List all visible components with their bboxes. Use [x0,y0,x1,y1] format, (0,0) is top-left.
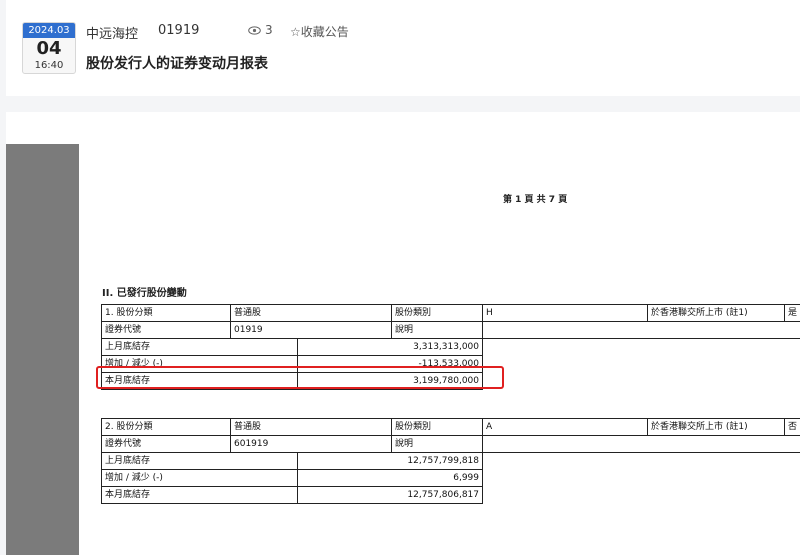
announcement-header: 2024.03 04 16:40 中远海控 01919 3 ☆收藏公告 股份发行… [6,0,800,96]
stock-code[interactable]: 01919 [158,23,199,38]
listed-label: 於香港聯交所上市 (註1) [647,418,785,436]
type-label: 股份類別 [391,418,483,436]
pdf-page-2: II. 已發行股份變動 1. 股份分類 普通股 股份類別 H 於香港聯交所上市 … [79,232,800,555]
listed-value: 是 [784,304,800,322]
class-label: 1. 股份分類 [101,304,231,322]
date-month: 2024.03 [23,23,75,38]
type-label: 股份類別 [391,304,483,322]
favorite-button[interactable]: ☆收藏公告 [290,23,349,40]
code-label: 證券代號 [101,321,231,339]
desc-value [482,435,800,453]
section-title: II. 已發行股份變動 [102,288,187,299]
watermark: 雪球：幸运Huang [557,513,778,545]
row-value: 12,757,806,817 [297,486,483,504]
company-name[interactable]: 中远海控 [86,23,138,42]
code-value: 601919 [230,435,392,453]
desc-label: 說明 [391,435,483,453]
type-value: A [482,418,648,436]
page-number: 第 1 頁 共 7 頁 [503,195,568,205]
class-label: 2. 股份分類 [101,418,231,436]
date-day: 04 [36,38,62,59]
listed-label: 於香港聯交所上市 (註1) [647,304,785,322]
desc-value [482,321,800,339]
row-label: 本月底結存 [101,486,298,504]
row-label: 增加 / 減少 (-) [101,469,298,487]
highlight-box [96,366,504,389]
code-value: 01919 [230,321,392,339]
row-label: 上月底結存 [101,452,298,470]
pdf-viewer[interactable]: 第 1 頁 共 7 頁 II. 已發行股份變動 1. 股份分類 普通股 股份類別… [6,112,800,555]
row-value: 6,999 [297,469,483,487]
view-count-value: 3 [265,23,273,37]
date-time: 16:40 [34,60,64,71]
watermark-text: 雪球：幸运Huang [587,519,778,544]
row-value: 12,757,799,818 [297,452,483,470]
code-label: 證券代號 [101,435,231,453]
class-value: 普通股 [230,418,392,436]
view-count: 3 [248,23,273,37]
class-value: 普通股 [230,304,392,322]
date-badge: 2024.03 04 16:40 [22,22,76,74]
desc-label: 說明 [391,321,483,339]
type-value: H [482,304,648,322]
announcement-title: 股份发行人的证券变动月报表 [86,56,268,72]
snowball-logo-icon [557,517,582,541]
row-label: 上月底結存 [101,338,298,356]
listed-value: 否 [784,418,800,436]
eye-icon [248,25,261,35]
row-value: 3,313,313,000 [297,338,483,356]
